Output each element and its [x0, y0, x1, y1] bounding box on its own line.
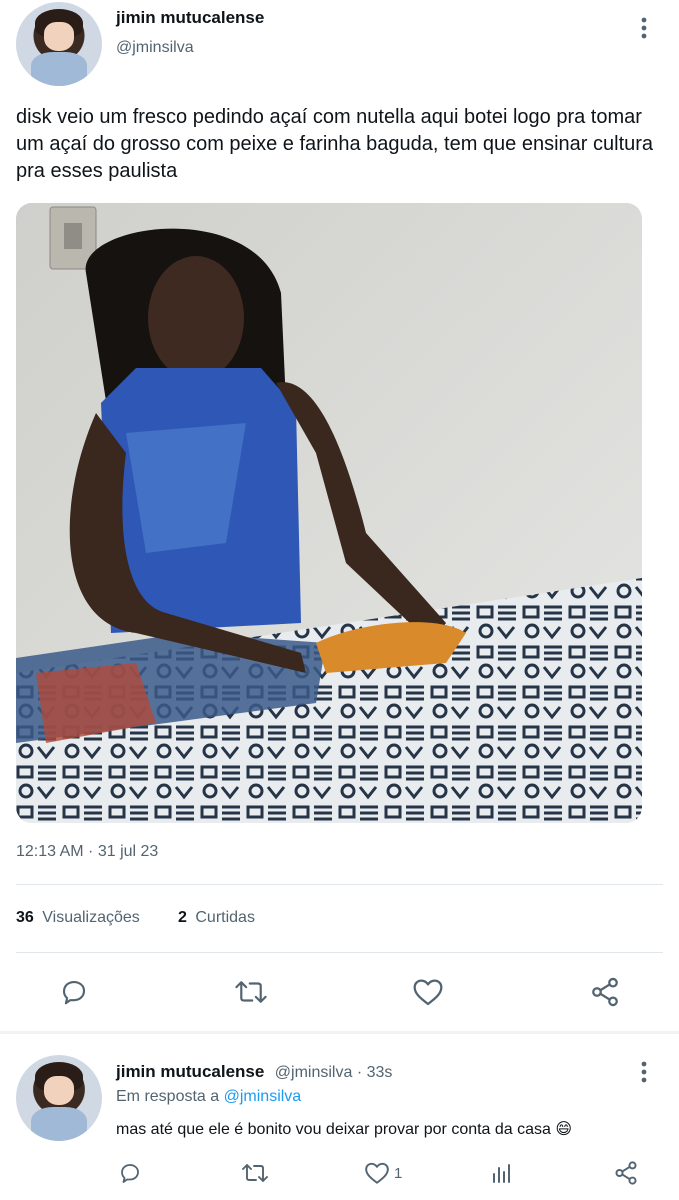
reply-author-avatar[interactable] [16, 1055, 102, 1141]
author-avatar[interactable] [16, 2, 102, 86]
reply-like-icon [365, 1162, 389, 1184]
reply-header: jimin mutucalense @jminsilva · 33s [116, 1062, 392, 1082]
share-icon[interactable] [587, 974, 623, 1010]
replying-to-line: Em resposta a @jminsilva [116, 1088, 301, 1106]
likes-label: Curtidas [195, 909, 255, 926]
reply-retweet-icon[interactable] [240, 1159, 270, 1187]
tweet-text: disk veio um fresco pedindo açaí com nut… [16, 106, 654, 182]
likes-stat[interactable]: 2 Curtidas [178, 909, 255, 927]
more-options-icon[interactable] [630, 14, 658, 42]
reply-icon[interactable] [56, 974, 92, 1010]
replying-to-link[interactable]: @jminsilva [224, 1088, 302, 1105]
reply-reply-icon[interactable] [116, 1159, 144, 1187]
reply-like-button[interactable]: 1 [364, 1159, 402, 1187]
reply-like-count: 1 [394, 1164, 403, 1182]
views-count: 36 [16, 909, 34, 926]
likes-count: 2 [178, 909, 187, 926]
reply-author-handle[interactable]: @jminsilva · 33s [275, 1064, 393, 1081]
author-display-name[interactable]: jimin mutucalense [116, 8, 264, 28]
views-stat[interactable]: 36 Visualizações [16, 909, 140, 927]
divider [16, 952, 663, 953]
retweet-icon[interactable] [232, 974, 270, 1010]
tweet-photo[interactable] [16, 203, 642, 823]
views-label: Visualizações [42, 909, 140, 926]
reply-author-display-name[interactable]: jimin mutucalense [116, 1062, 264, 1081]
divider [16, 884, 663, 885]
author-handle[interactable]: @jminsilva [116, 39, 194, 57]
reply-text: mas até que ele é bonito vou deixar prov… [116, 1121, 573, 1138]
replying-to-prefix: Em resposta a [116, 1088, 220, 1105]
section-separator [0, 1031, 679, 1034]
reply-share-icon[interactable] [612, 1159, 640, 1187]
tweet-timestamp[interactable]: 12:13 AM · 31 jul 23 [16, 843, 158, 861]
like-icon[interactable] [410, 974, 446, 1010]
reply-analytics-icon[interactable] [488, 1159, 516, 1187]
reply-more-options-icon[interactable] [630, 1058, 658, 1086]
